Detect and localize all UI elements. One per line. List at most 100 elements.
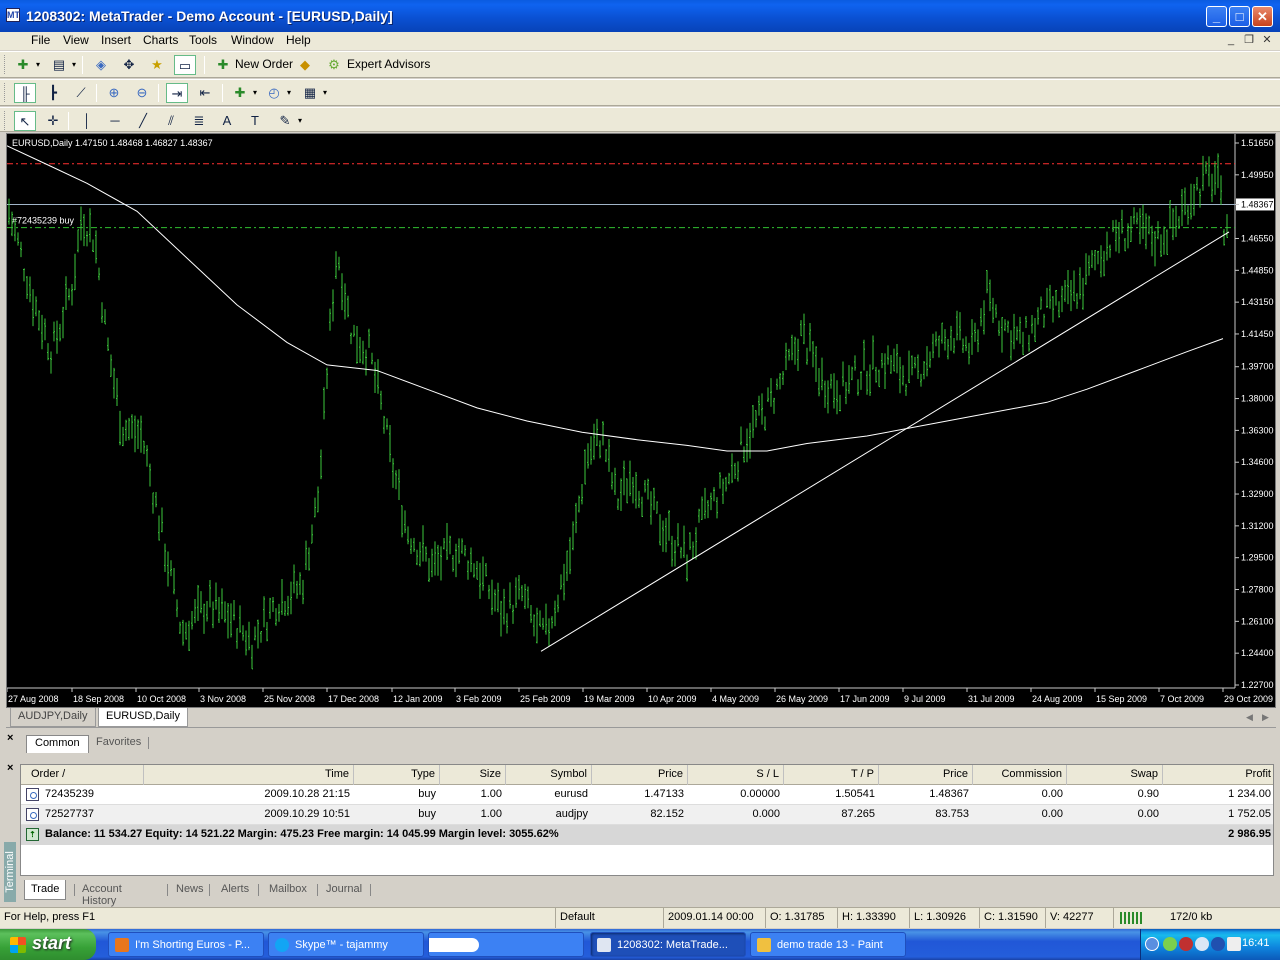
tray-expand-icon[interactable] (1145, 937, 1159, 951)
taskbar-item-paint[interactable]: demo trade 13 - Paint (750, 932, 906, 957)
crosshair-icon[interactable]: ✛ (42, 111, 64, 131)
antivirus-icon[interactable] (1179, 937, 1193, 951)
expert-advisors-button[interactable]: Expert Advisors (347, 57, 430, 71)
tab-account-history[interactable]: Account History (76, 880, 128, 907)
metatrader-app-icon[interactable]: MT (6, 8, 20, 22)
taskbar-item-metatrader[interactable]: 1208302: MetaTrade... (590, 932, 746, 957)
alert-icon[interactable]: ◆ (294, 55, 316, 75)
toolbar-grip[interactable] (4, 55, 7, 74)
menu-file[interactable]: File (29, 33, 52, 47)
maximize-button[interactable]: □ (1229, 6, 1250, 27)
profiles-icon[interactable]: ▤ (48, 55, 76, 75)
expert-advisors-icon[interactable]: ⚙ (323, 55, 345, 75)
chart-tab-eurusd[interactable]: EURUSD,Daily (98, 708, 188, 727)
tab-alerts[interactable]: Alerts (215, 880, 255, 900)
candlestick-chart-icon[interactable]: ┣ (42, 83, 64, 103)
column-header-take-profit[interactable]: T / P (784, 765, 879, 785)
price-chart[interactable]: 1.51650 1.49950 1.48367 1.46550 1.44850 1.431… (7, 134, 1275, 707)
column-header-type[interactable]: Type (354, 765, 440, 785)
ohlc-bar (161, 507, 163, 533)
close-icon[interactable]: × (7, 732, 13, 744)
volume-icon[interactable] (1227, 937, 1241, 951)
start-button[interactable]: start (0, 929, 96, 960)
column-header-open-price[interactable]: Price (592, 765, 688, 785)
ohlc-bar (632, 476, 634, 504)
text-label-icon[interactable]: T (244, 111, 266, 131)
arrows-icon[interactable]: ✎ (274, 111, 302, 131)
column-header-symbol[interactable]: Symbol (506, 765, 592, 785)
zoom-in-icon[interactable]: ⊕ (103, 83, 125, 103)
menu-view[interactable]: View (61, 33, 91, 47)
tab-scroll-right-icon[interactable]: ▶ (1262, 712, 1269, 723)
column-header-order[interactable]: Order / (21, 765, 144, 785)
menu-window[interactable]: Window (229, 33, 276, 47)
network-icon[interactable] (1195, 937, 1209, 951)
ohlc-bar (209, 579, 211, 608)
navigator-icon[interactable]: ★ (146, 55, 168, 75)
indicators-icon[interactable]: ✚ (229, 83, 257, 103)
menu-help[interactable]: Help (284, 33, 313, 47)
mdi-restore-button[interactable]: ❐ (1242, 34, 1256, 47)
window-title-bar[interactable]: MT 1208302: MetaTrader - Demo Account - … (0, 0, 1280, 32)
column-header-current-price[interactable]: Price (879, 765, 973, 785)
new-order-button[interactable]: New Order (235, 57, 293, 71)
market-watch-icon[interactable]: ◈ (90, 55, 112, 75)
terminal-icon[interactable]: ▭ (174, 55, 196, 75)
table-row[interactable]: 72435239 2009.10.28 21:15 buy 1.00 eurus… (21, 785, 1273, 805)
zoom-out-icon[interactable]: ⊖ (131, 83, 153, 103)
mdi-close-button[interactable]: ✕ (1260, 34, 1274, 47)
tab-separator (317, 884, 318, 896)
toolbar-grip[interactable] (4, 111, 7, 130)
menu-charts[interactable]: Charts (141, 33, 180, 47)
vertical-line-icon[interactable]: │ (76, 111, 98, 131)
menu-insert[interactable]: Insert (99, 33, 133, 47)
trendline-icon[interactable]: ╱ (132, 111, 154, 131)
taskbar-item-redacted[interactable] (428, 932, 584, 957)
cursor-icon[interactable]: ↖ (14, 111, 36, 131)
tab-trade[interactable]: Trade (24, 880, 67, 900)
chart-shift-icon[interactable]: ⇤ (194, 83, 216, 103)
tab-journal[interactable]: Journal (320, 880, 368, 900)
status-profile[interactable]: Default (556, 908, 664, 928)
toolbar-grip[interactable] (4, 83, 7, 102)
column-header-swap[interactable]: Swap (1067, 765, 1163, 785)
redaction-mark (429, 938, 479, 952)
column-header-commission[interactable]: Commission (973, 765, 1067, 785)
chart-window[interactable]: 1.51650 1.49950 1.48367 1.46550 1.44850 1.431… (6, 133, 1276, 708)
templates-icon[interactable]: ▦ (299, 83, 327, 103)
equidistant-channel-icon[interactable]: ⫽ (160, 111, 182, 131)
horizontal-line-icon[interactable]: ─ (104, 111, 126, 131)
menu-tools[interactable]: Tools (187, 33, 219, 47)
column-header-stop-loss[interactable]: S / L (688, 765, 784, 785)
chart-tab-audjpy[interactable]: AUDJPY,Daily (10, 708, 96, 727)
text-icon[interactable]: A (216, 111, 238, 131)
taskbar-item-browser[interactable]: I'm Shorting Euros - P... (108, 932, 264, 957)
mdi-minimize-button[interactable]: _ (1224, 34, 1238, 47)
auto-scroll-icon[interactable]: ⇥ (166, 83, 188, 103)
taskbar-item-skype[interactable]: Skype™ - tajammy (268, 932, 424, 957)
filter-tab-common[interactable]: Common (26, 735, 89, 753)
tab-news[interactable]: News (170, 880, 210, 900)
shield-icon[interactable] (1163, 937, 1177, 951)
line-chart-icon[interactable]: ⟋ (70, 83, 92, 103)
fibonacci-retracement-icon[interactable]: ≣ (188, 111, 210, 131)
taskbar-item-label: 1208302: MetaTrade... (617, 939, 728, 951)
data-window-icon[interactable]: ✥ (118, 55, 140, 75)
tab-scroll-left-icon[interactable]: ◀ (1246, 712, 1253, 723)
tab-mailbox[interactable]: Mailbox (263, 880, 313, 900)
new-chart-icon[interactable]: ✚ (12, 55, 40, 75)
periods-clock-icon[interactable]: ◴ (263, 83, 291, 103)
column-header-size[interactable]: Size (440, 765, 506, 785)
close-icon[interactable]: × (7, 762, 13, 774)
new-order-icon[interactable]: ✚ (212, 55, 234, 75)
close-button[interactable]: ✕ (1252, 6, 1273, 27)
filter-tab-favorites[interactable]: Favorites (88, 735, 149, 753)
table-row[interactable]: 72527737 2009.10.29 10:51 buy 1.00 audjp… (21, 805, 1273, 825)
price-tick-label: 1.38000 (1241, 394, 1274, 404)
column-header-profit[interactable]: Profit (1163, 765, 1273, 785)
bluetooth-icon[interactable] (1211, 937, 1225, 951)
bar-chart-icon[interactable]: ╟ (14, 83, 36, 103)
ohlc-bar (50, 351, 52, 374)
column-header-time[interactable]: Time (144, 765, 354, 785)
minimize-button[interactable]: _ (1206, 6, 1227, 27)
